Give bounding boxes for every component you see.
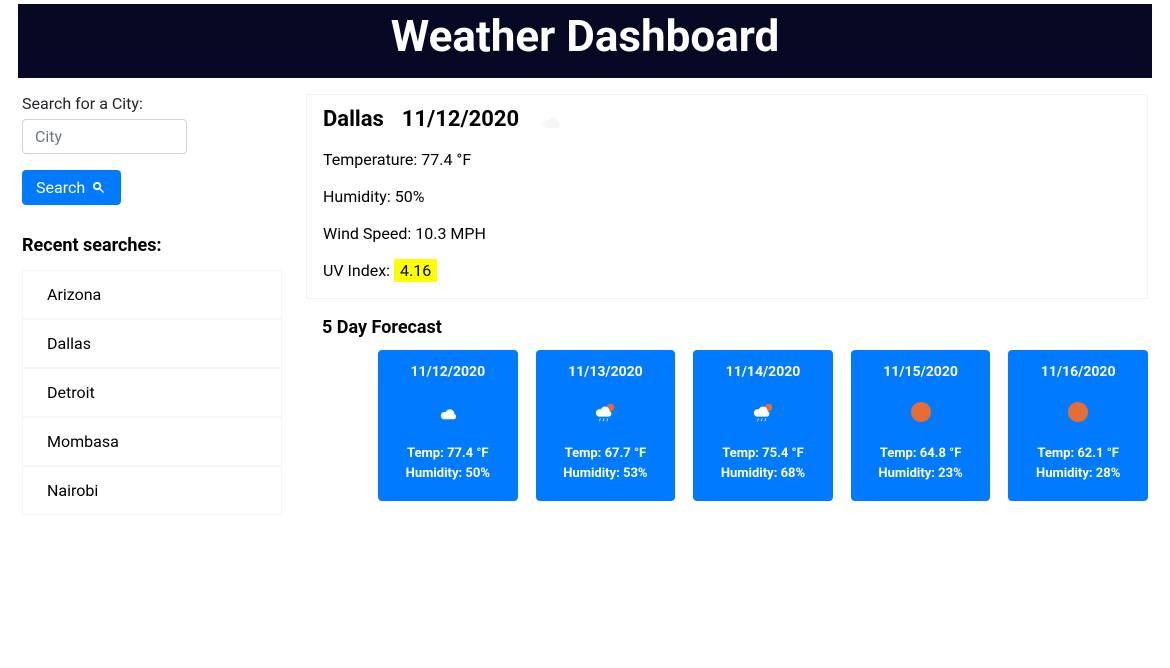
forecast-card: 11/16/2020 Temp: 62.1 °F Humidity: 28%	[1008, 350, 1148, 501]
sidebar: Search for a City: Search Recent searche…	[22, 94, 282, 515]
forecast-date: 11/15/2020	[859, 364, 983, 380]
current-city: Dallas	[323, 107, 384, 132]
recent-item[interactable]: Mombasa	[22, 417, 282, 466]
forecast-humidity: Humidity: 50%	[386, 464, 510, 484]
uv-badge: 4.16	[394, 259, 437, 282]
cloud-icon	[435, 402, 461, 422]
forecast-temp: Temp: 62.1 °F	[1016, 444, 1140, 464]
forecast-date: 11/16/2020	[1016, 364, 1140, 380]
forecast-temp: Temp: 75.4 °F	[701, 444, 825, 464]
forecast-row: 11/12/2020 Temp: 77.4 °F Humidity: 50% 1…	[306, 350, 1148, 501]
rain-cloud-icon	[749, 400, 777, 424]
app-title: Weather Dashboard	[18, 10, 1152, 62]
current-humidity: Humidity: 50%	[323, 187, 1131, 206]
recent-heading: Recent searches:	[22, 235, 282, 256]
search-button-label: Search	[36, 178, 85, 197]
forecast-temp: Temp: 77.4 °F	[386, 444, 510, 464]
forecast-temp: Temp: 64.8 °F	[859, 444, 983, 464]
forecast-humidity: Humidity: 23%	[859, 464, 983, 484]
search-button[interactable]: Search	[22, 170, 121, 205]
forecast-humidity: Humidity: 68%	[701, 464, 825, 484]
current-temp: Temperature: 77.4 °F	[323, 150, 1131, 169]
current-uv: UV Index: 4.16	[323, 261, 1131, 280]
forecast-date: 11/12/2020	[386, 364, 510, 380]
search-label: Search for a City:	[22, 94, 282, 113]
recent-item[interactable]: Dallas	[22, 319, 282, 368]
cloud-icon	[537, 109, 565, 131]
forecast-humidity: Humidity: 53%	[544, 464, 668, 484]
forecast-date: 11/13/2020	[544, 364, 668, 380]
recent-item[interactable]: Arizona	[22, 270, 282, 319]
recent-item[interactable]: Detroit	[22, 368, 282, 417]
sun-icon	[1067, 401, 1089, 423]
forecast-card: 11/15/2020 Temp: 64.8 °F Humidity: 23%	[851, 350, 991, 501]
app-header: Weather Dashboard	[18, 4, 1152, 78]
forecast-card: 11/13/2020 Temp: 67.7 °F Humidity: 53%	[536, 350, 676, 501]
forecast-card: 11/14/2020 Temp: 75.4 °F Humidity: 68%	[693, 350, 833, 501]
search-icon	[91, 180, 107, 196]
recent-item[interactable]: Nairobi	[22, 466, 282, 515]
forecast-humidity: Humidity: 28%	[1016, 464, 1140, 484]
forecast-temp: Temp: 67.7 °F	[544, 444, 668, 464]
main-panel: Dallas 11/12/2020 Temperature: 77.4 °F H…	[306, 94, 1148, 515]
sun-icon	[910, 401, 932, 423]
forecast-heading: 5 Day Forecast	[322, 317, 1148, 338]
forecast-card: 11/12/2020 Temp: 77.4 °F Humidity: 50%	[378, 350, 518, 501]
current-wind: Wind Speed: 10.3 MPH	[323, 224, 1131, 243]
rain-cloud-icon	[591, 400, 619, 424]
current-weather: Dallas 11/12/2020 Temperature: 77.4 °F H…	[306, 94, 1148, 299]
city-input[interactable]	[22, 119, 187, 154]
forecast-date: 11/14/2020	[701, 364, 825, 380]
recent-list: Arizona Dallas Detroit Mombasa Nairobi	[22, 270, 282, 515]
current-date: 11/12/2020	[402, 107, 519, 132]
